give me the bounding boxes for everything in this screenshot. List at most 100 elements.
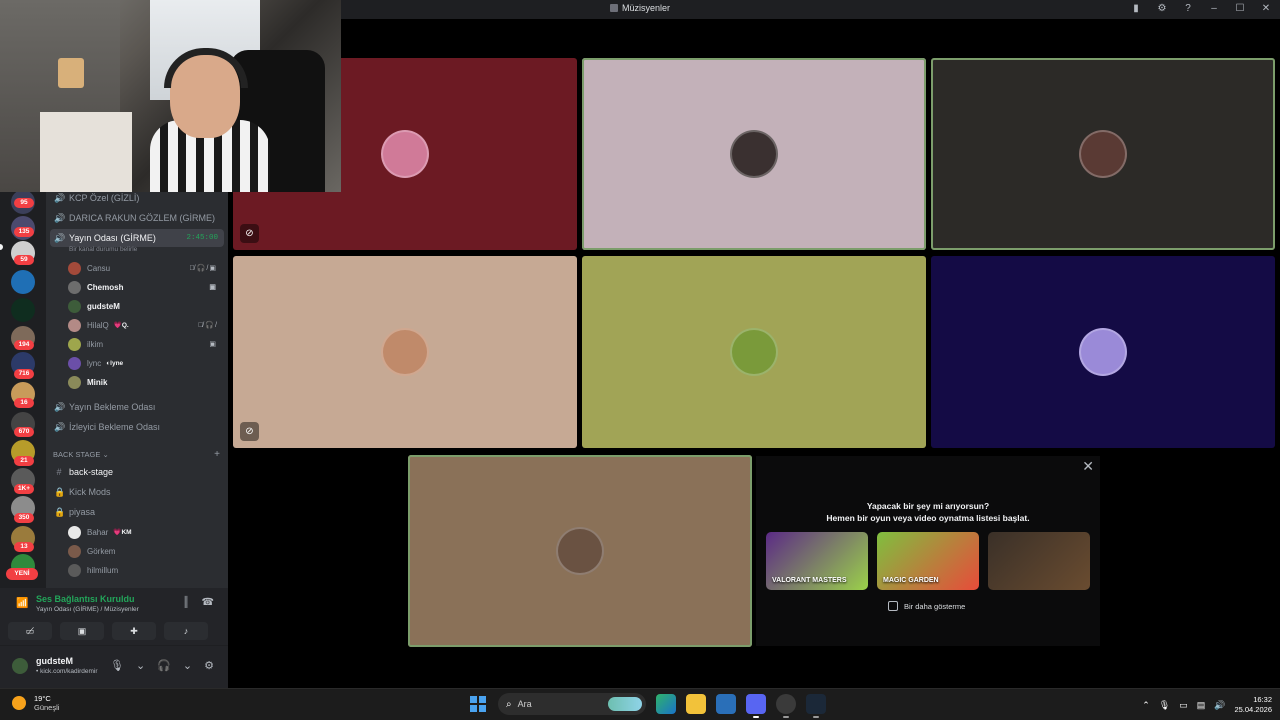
webcam-overlay	[0, 0, 341, 192]
video-tile[interactable]	[582, 58, 926, 250]
voice-user-name: Chemosh	[87, 282, 124, 292]
microphone-icon[interactable]: 🎙	[1159, 700, 1170, 711]
webcam-lamp	[58, 58, 84, 88]
volume-icon[interactable]: 🔊	[1214, 700, 1225, 711]
channel-item[interactable]: 🔒 piyasa	[50, 503, 224, 521]
server-icon[interactable]	[11, 270, 35, 294]
temperature: 19°C	[34, 694, 51, 703]
channel-item-active[interactable]: 🔊 Yayın Odası (GİRME) 2:45:00	[50, 229, 224, 247]
voice-status[interactable]: Ses Bağlantısı Kuruldu	[36, 594, 135, 604]
category-header[interactable]: BACK STAGE ⌄	[53, 450, 109, 459]
headphones-icon[interactable]: 🎧	[157, 659, 171, 672]
channel-status[interactable]: Bir kanal durumu belirle	[69, 246, 137, 253]
voice-user-name: lync	[87, 358, 102, 368]
video-tile[interactable]	[931, 58, 1275, 250]
discord-icon[interactable]	[746, 694, 766, 718]
unread-badge: 59	[14, 255, 34, 265]
gear-icon[interactable]: ⚙	[204, 659, 214, 672]
maximize-button[interactable]: ☐	[1234, 2, 1246, 16]
weather-widget[interactable]: 19°C Güneşli	[12, 694, 59, 712]
avatar	[1079, 328, 1127, 376]
chevron-up-icon[interactable]: ⌃	[1142, 700, 1150, 711]
unread-badge: 670	[14, 427, 34, 437]
minimize-button[interactable]: –	[1208, 2, 1220, 16]
activities-button[interactable]: ✚	[112, 622, 156, 640]
obs-icon[interactable]	[776, 694, 796, 718]
unread-badge: 95	[14, 198, 34, 208]
voice-user[interactable]: gudsteM	[68, 297, 222, 315]
signal-icon: 📶	[16, 598, 29, 609]
title-bar-controls: ▮ ⚙ ? – ☐ ✕	[1130, 2, 1272, 16]
voice-user[interactable]: Cansu 🎙̸🎧̸▣	[68, 259, 222, 277]
unread-badge: 135	[14, 227, 34, 237]
search-icon: ⌕	[506, 698, 512, 710]
soundboard-button[interactable]: ♪	[164, 622, 208, 640]
voice-user[interactable]: Bahar 💗KM	[68, 523, 222, 541]
voice-user[interactable]: ilkim ▣	[68, 335, 222, 353]
window-title-text: Müzisyenler	[622, 3, 671, 13]
inbox-icon[interactable]: ▮	[1130, 2, 1142, 16]
voice-user[interactable]: Minik	[68, 373, 222, 391]
channel-label: Yayın Odası (GİRME)	[69, 233, 156, 243]
discord-app: Müzisyenler ▮ ⚙ ? – ☐ ✕ 95 135 59 194 71…	[0, 0, 1280, 688]
activity-game-card[interactable]: VALORANT MASTERS	[766, 532, 868, 590]
chevron-down-icon[interactable]: ⌄	[183, 659, 192, 672]
avatar	[556, 527, 604, 575]
activity-title: Yapacak bir şey mi arıyorsun?	[866, 501, 990, 511]
new-badge[interactable]: YENİ	[6, 568, 38, 580]
avatar	[730, 328, 778, 376]
channel-item[interactable]: 🔊 İzleyici Bekleme Odası	[50, 418, 224, 436]
screen-share-icon: ▣	[209, 341, 218, 348]
voice-user[interactable]: Chemosh ▣	[68, 278, 222, 296]
network-icon[interactable]: ▤	[1197, 700, 1206, 711]
close-icon[interactable]: ✕	[1082, 458, 1094, 475]
camera-off-icon: ⊘	[240, 422, 259, 441]
avatar	[68, 563, 81, 577]
voice-user-name: Görkem	[87, 546, 116, 556]
add-channel-icon[interactable]: +	[214, 449, 220, 460]
microphone-icon[interactable]: 🎙	[110, 659, 124, 672]
search-highlight-icon	[608, 697, 642, 711]
voice-user[interactable]: lync ◐lyne	[68, 354, 222, 372]
taskbar-search[interactable]: ⌕ Ara	[498, 693, 646, 715]
channel-item[interactable]: 🔊 DARICA RAKUN GÖZLEM (GİRME)	[50, 209, 224, 227]
windows-start-icon[interactable]	[468, 694, 488, 714]
channel-item[interactable]: # back-stage	[50, 463, 224, 481]
username[interactable]: gudsteM	[36, 656, 73, 666]
display-icon[interactable]: ▭	[1179, 700, 1188, 711]
activity-game-card[interactable]: MAGIC GARDEN	[877, 532, 979, 590]
network-app-icon[interactable]	[716, 694, 736, 714]
avatar	[68, 318, 81, 332]
settings-icon[interactable]: ⚙	[1156, 2, 1168, 16]
voice-channel-path[interactable]: Yayın Odası (GİRME) / Müzisyenler	[36, 606, 139, 613]
steam-icon[interactable]	[806, 694, 826, 718]
speaker-icon: 🔊	[54, 401, 66, 412]
dont-show-again-checkbox[interactable]: Bir daha gösterme	[888, 601, 965, 611]
channel-item[interactable]: 🔒 Kick Mods	[50, 483, 224, 501]
noise-suppression-icon[interactable]: ║	[182, 597, 189, 608]
chevron-down-icon[interactable]: ⌄	[136, 659, 145, 672]
voice-user[interactable]: HilalQ 💗Q. 🎙̸🎧̸	[68, 316, 222, 334]
avatar[interactable]	[10, 656, 30, 676]
edge-icon[interactable]	[656, 694, 676, 714]
channel-item[interactable]: 🔊 KCP Özel (GİZLİ)	[50, 192, 224, 207]
channel-item[interactable]: 🔊 Yayın Bekleme Odası	[50, 398, 224, 416]
clock[interactable]: 16:32 25.04.2026	[1234, 695, 1272, 715]
voice-user-name: hilmillum	[87, 565, 119, 575]
video-tile[interactable]: ⊘	[233, 256, 577, 448]
close-button[interactable]: ✕	[1260, 2, 1272, 16]
file-explorer-icon[interactable]	[686, 694, 706, 714]
hash-icon: #	[56, 467, 62, 477]
voice-user[interactable]: hilmillum	[68, 561, 222, 579]
checkbox-label: Bir daha gösterme	[904, 601, 966, 611]
activity-game-card[interactable]	[988, 532, 1090, 590]
video-tile[interactable]	[408, 455, 752, 647]
voice-user[interactable]: Görkem	[68, 542, 222, 560]
help-icon[interactable]: ?	[1182, 2, 1194, 16]
server-icon[interactable]	[11, 298, 35, 322]
disconnect-icon[interactable]: ☎	[202, 597, 214, 608]
video-tile[interactable]	[931, 256, 1275, 448]
camera-off-button[interactable]: ▭̸	[8, 622, 52, 640]
screen-share-button[interactable]: ▣	[60, 622, 104, 640]
video-tile[interactable]	[582, 256, 926, 448]
